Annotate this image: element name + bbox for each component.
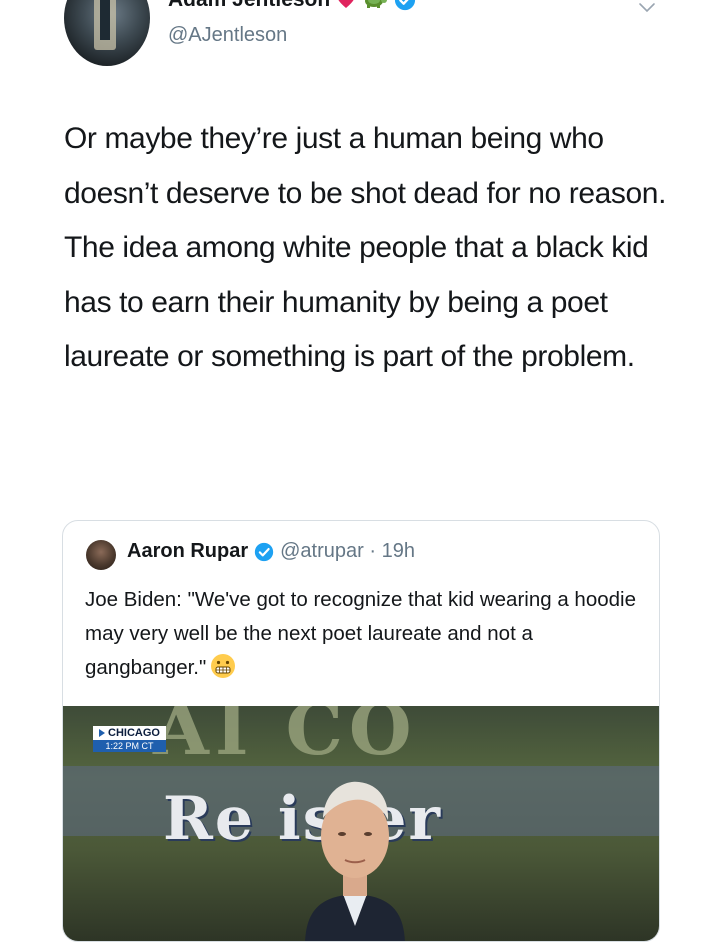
verified-badge-icon <box>395 0 416 11</box>
location-label: CHICAGO <box>108 727 160 739</box>
quoted-author-avatar <box>86 540 116 570</box>
quoted-tweet-text: Joe Biden: "We've got to recognize that … <box>85 583 645 685</box>
speaker-figure <box>305 781 405 941</box>
quoted-tweet-card[interactable]: Aaron Rupar @atrupar · 19h Joe Biden: "W… <box>62 520 660 942</box>
author-display-name[interactable]: Adam Jentleson <box>168 0 330 12</box>
author-avatar[interactable] <box>64 0 150 66</box>
author-handle[interactable]: @AJentleson <box>168 24 287 47</box>
quoted-tweet-text-body: Joe Biden: "We've got to recognize that … <box>85 588 636 679</box>
location-badge: CHICAGO 1:22 PM CT <box>93 726 166 752</box>
balloon-heart-icon <box>338 0 354 8</box>
grimacing-face-icon <box>211 654 236 678</box>
quoted-tweet-media[interactable]: AI CO Re ister CHICAGO 1:22 PM CT <box>63 706 659 941</box>
verified-badge-icon <box>254 542 274 561</box>
play-triangle-icon <box>99 729 105 737</box>
avatar-door-detail <box>100 0 110 40</box>
quoted-tweet-header: Aaron Rupar @atrupar · 19h <box>127 540 415 563</box>
location-badge-top: CHICAGO <box>93 726 166 740</box>
quoted-author-handle-time: @atrupar · 19h <box>280 540 415 562</box>
author-name-row: Adam Jentleson <box>168 0 416 12</box>
time-label: 1:22 PM CT <box>93 740 166 752</box>
quoted-author-name: Aaron Rupar <box>127 540 249 562</box>
chevron-down-icon[interactable] <box>636 0 658 18</box>
turtle-icon <box>365 0 388 8</box>
tweet-text: Or maybe they’re just a human being who … <box>64 122 667 373</box>
